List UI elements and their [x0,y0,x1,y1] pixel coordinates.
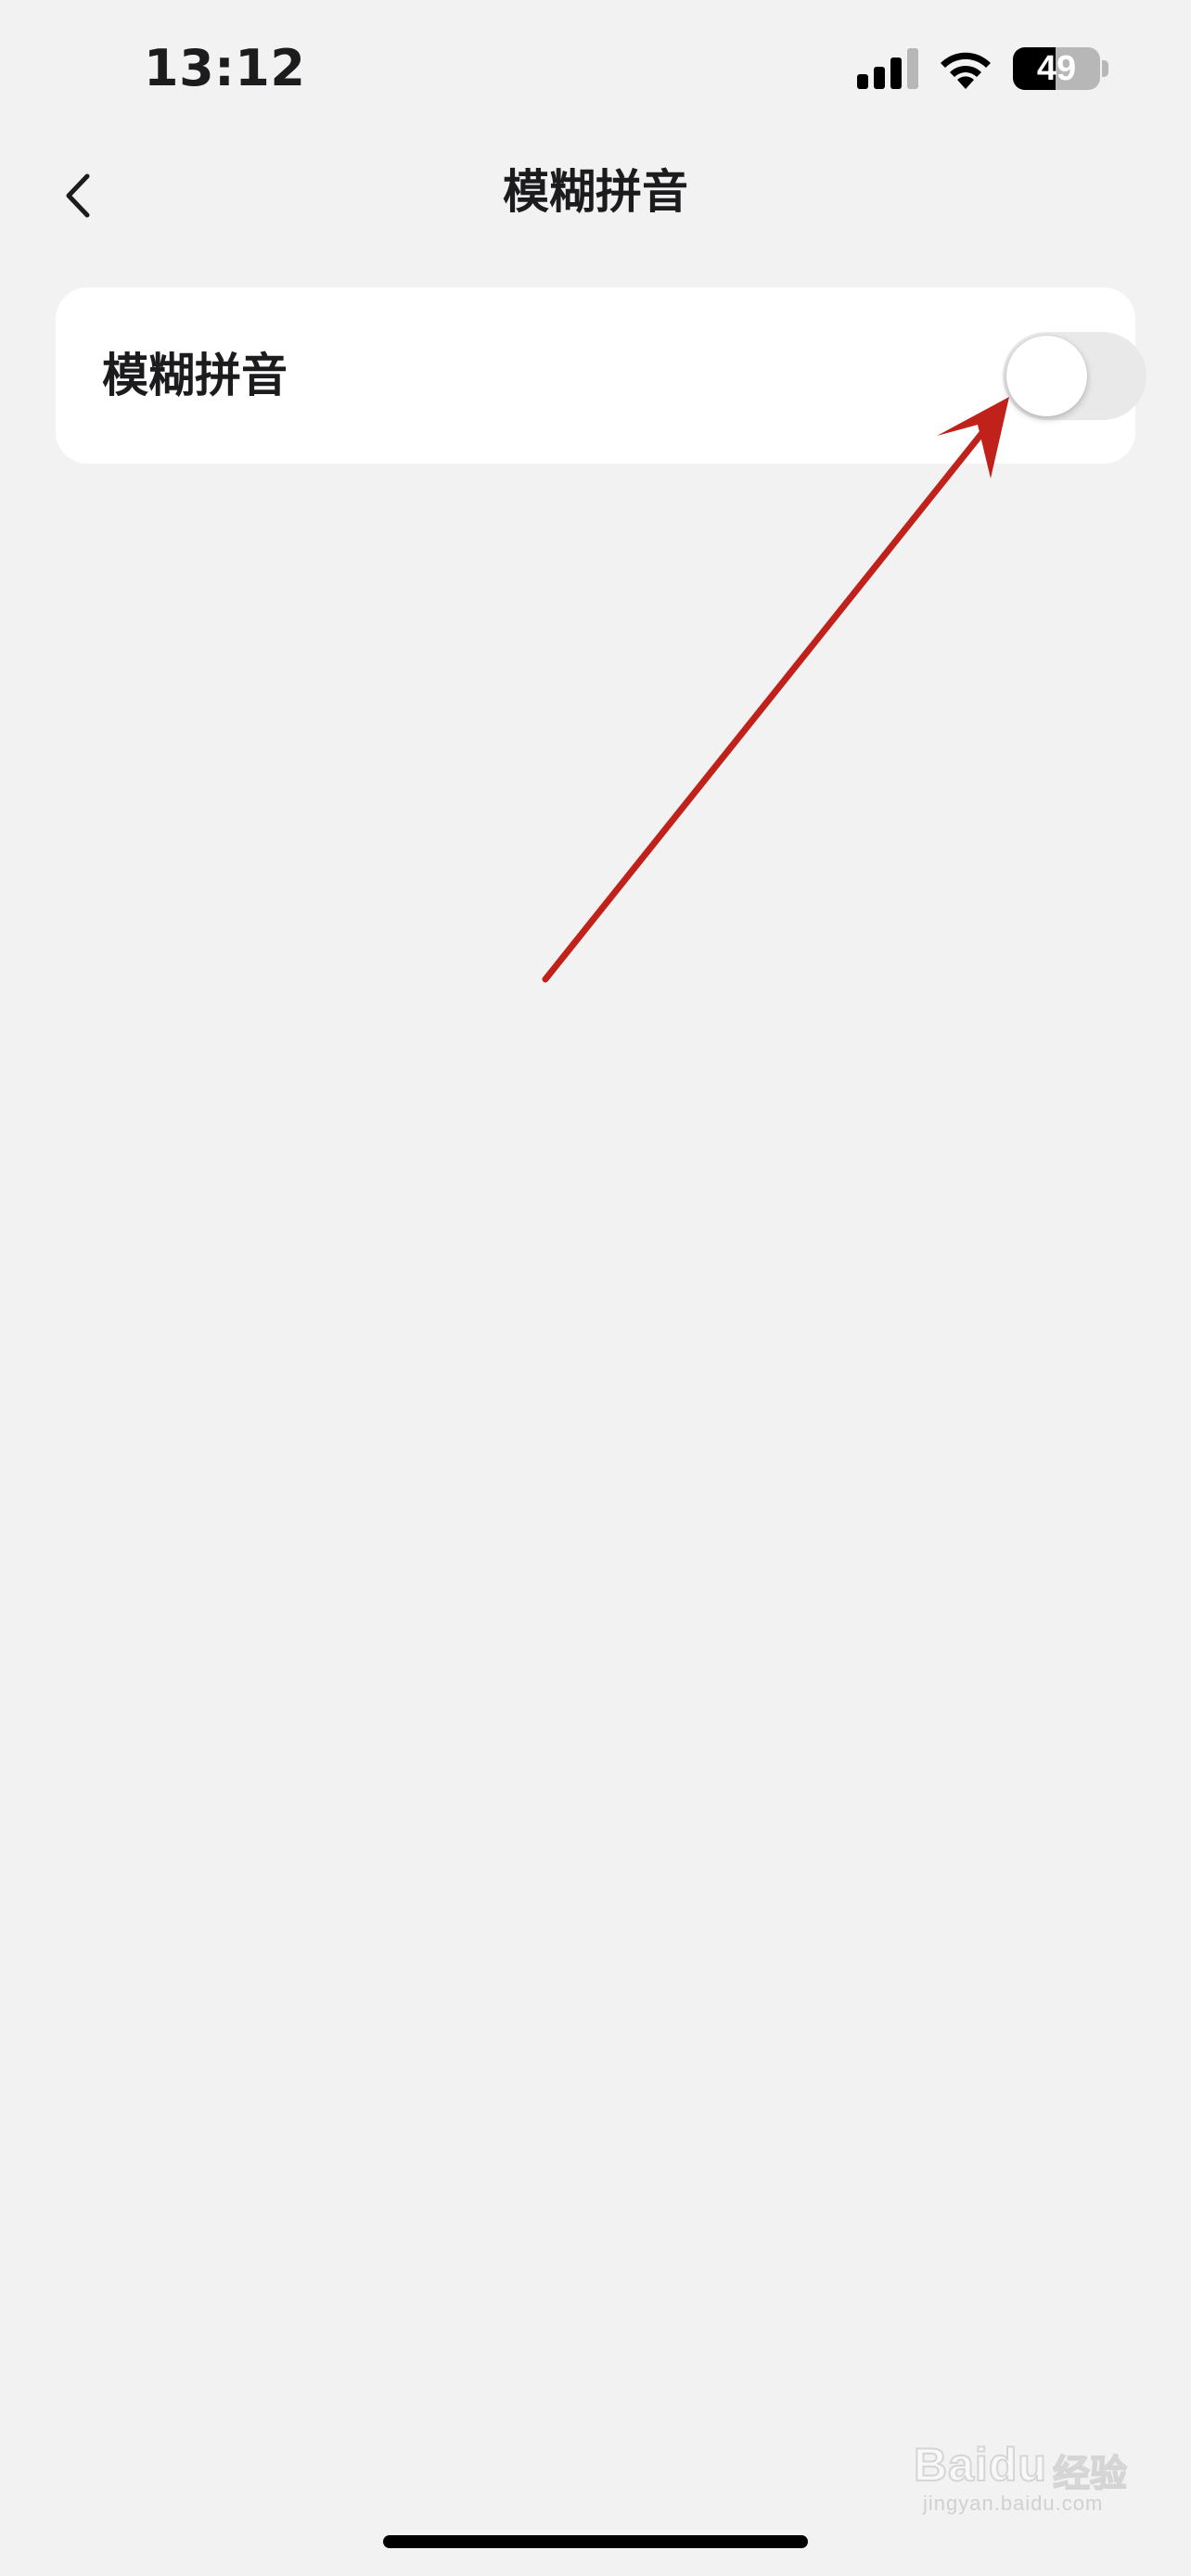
page-title: 模糊拼音 [503,165,688,219]
navigation-bar: 模糊拼音 [0,139,1191,250]
fuzzy-pinyin-toggle[interactable] [1003,332,1146,420]
watermark-brand-suffix: du [988,2438,1047,2492]
cellular-signal-icon [857,48,918,89]
home-indicator [383,2535,808,2548]
baidu-watermark: Baidu 经验 jingyan.baidu.com [913,2434,1136,2518]
battery-cap [1102,60,1108,77]
annotation-arrow-shaft [542,430,985,983]
watermark-brand-text: Bai [913,2438,989,2492]
wifi-icon [941,52,991,89]
watermark-url: jingyan.baidu.com [923,2492,1104,2515]
status-bar: 13:12 49 [0,0,1191,139]
status-time: 13:12 [144,39,306,97]
fuzzy-pinyin-setting-row: 模糊拼音 [56,287,1146,464]
battery-percentage: 49 [1036,49,1077,88]
battery-icon: 49 [1013,47,1100,90]
toggle-knob [1006,336,1087,416]
watermark-brand: Baidu [913,2438,1047,2492]
watermark-label: 经验 [1052,2452,1128,2496]
fuzzy-pinyin-label: 模糊拼音 [102,349,288,402]
